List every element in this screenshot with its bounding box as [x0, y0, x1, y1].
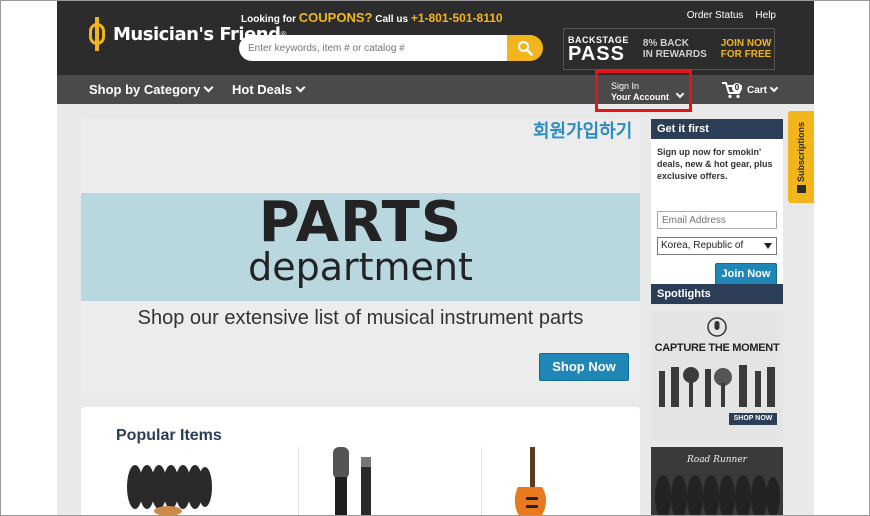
pass-join-line-1: JOIN NOW — [720, 38, 772, 49]
microphones-image — [659, 365, 775, 407]
hero-shop-now-button[interactable]: Shop Now — [539, 353, 629, 381]
hero-subtitle: department — [248, 245, 473, 289]
dropdown-arrow-icon — [764, 243, 772, 249]
coupon-call: Call us — [375, 14, 409, 25]
country-selected-value: Korea, Republic of — [661, 240, 744, 251]
nav-hot-deals-label: Hot Deals — [232, 82, 292, 97]
help-link[interactable]: Help — [755, 10, 776, 21]
hero-title: PARTS — [258, 190, 463, 255]
search-input[interactable] — [239, 35, 509, 61]
product-electric-guitar-image[interactable] — [506, 447, 556, 516]
screenshot-frame: Musician's Friend ® Looking for COUPONS?… — [0, 0, 870, 516]
gig-bags-image — [655, 475, 780, 515]
cart-label: Cart — [747, 84, 768, 96]
product-microphones-image[interactable] — [321, 447, 391, 516]
phone-number[interactable]: +1-801-501-8110 — [411, 11, 503, 25]
spotlight-card-capture[interactable]: CAPTURE THE MOMENT SHOP NOW — [651, 311, 783, 441]
pass-rewards-line-1: 8% BACK — [642, 38, 689, 49]
popular-items-section: Popular Items — [81, 407, 640, 516]
product-gig-bags-image[interactable] — [123, 447, 213, 516]
signup-title: Get it first — [651, 119, 783, 139]
chevron-down-icon — [295, 82, 306, 93]
cart-count-badge: 0 — [732, 83, 742, 93]
pass-join-line-2: FOR FREE — [720, 49, 772, 60]
hero-banner[interactable]: PARTS department Shop our extensive list… — [81, 119, 640, 394]
pass-rewards: 8% BACK IN REWARDS — [643, 38, 707, 60]
pass-big-text: PASS — [568, 43, 625, 65]
order-status-link[interactable]: Order Status — [687, 10, 744, 21]
search-button[interactable] — [507, 35, 543, 61]
popular-items-title: Popular Items — [116, 427, 222, 444]
hero-tagline: Shop our extensive list of musical instr… — [137, 307, 584, 329]
divider — [481, 447, 482, 515]
nav-hot-deals[interactable]: Hot Deals — [232, 82, 306, 97]
main-nav: Shop by Category Hot Deals Sign In Your … — [57, 75, 814, 104]
subscriptions-label: Subscriptions — [796, 122, 806, 183]
signup-body: Sign up now for smokin' deals, new & hot… — [651, 139, 783, 295]
spotlight-shop-now-button[interactable]: SHOP NOW — [729, 413, 777, 425]
site-header: Musician's Friend ® Looking for COUPONS?… — [57, 1, 814, 75]
envelope-icon — [797, 185, 806, 193]
backstage-pass-banner[interactable]: BACKSTAGE PASS 8% BACK IN REWARDS JOIN N… — [563, 28, 775, 70]
join-now-button[interactable]: Join Now — [715, 263, 777, 285]
spotlight-card-road-runner[interactable]: Road Runner — [651, 447, 783, 515]
annotation-overlay-text: 회원가입하기 — [533, 121, 633, 142]
microphone-logo-icon — [707, 317, 727, 337]
divider — [298, 447, 299, 515]
search-icon — [518, 41, 533, 56]
pass-rewards-line-2: IN REWARDS — [642, 49, 707, 60]
coupon-prefix: Looking for — [241, 14, 296, 25]
nav-shop-by-category-label: Shop by Category — [89, 82, 201, 97]
logo-icon — [87, 17, 107, 51]
cart-icon-wrap: 0 — [721, 81, 743, 99]
site-page: Musician's Friend ® Looking for COUPONS?… — [57, 1, 814, 516]
spotlight-card-capture-title: CAPTURE THE MOMENT — [654, 342, 780, 354]
pass-logo: BACKSTAGE PASS — [564, 35, 629, 65]
signup-copy: Sign up now for smokin' deals, new & hot… — [657, 147, 773, 181]
highlight-box — [595, 70, 692, 112]
spotlights-title: Spotlights — [651, 284, 783, 304]
chevron-down-icon — [203, 82, 214, 93]
nav-shop-by-category[interactable]: Shop by Category — [89, 82, 214, 97]
chevron-down-icon — [769, 83, 779, 93]
utility-links: Order Status Help — [687, 10, 776, 21]
email-field[interactable] — [657, 211, 777, 229]
spotlight-card-road-runner-title: Road Runner — [687, 455, 747, 465]
signup-panel: Get it first Sign up now for smokin' dea… — [651, 119, 783, 295]
cart-button[interactable]: 0 Cart — [721, 81, 779, 99]
search-bar — [239, 35, 543, 61]
coupon-callout: Looking for COUPONS? Call us +1-801-501-… — [241, 10, 503, 25]
country-select[interactable]: Korea, Republic of — [657, 237, 777, 255]
coupon-word[interactable]: COUPONS? — [299, 10, 373, 25]
pass-join: JOIN NOW FOR FREE — [721, 38, 772, 60]
subscriptions-tab[interactable]: Subscriptions — [788, 111, 814, 203]
